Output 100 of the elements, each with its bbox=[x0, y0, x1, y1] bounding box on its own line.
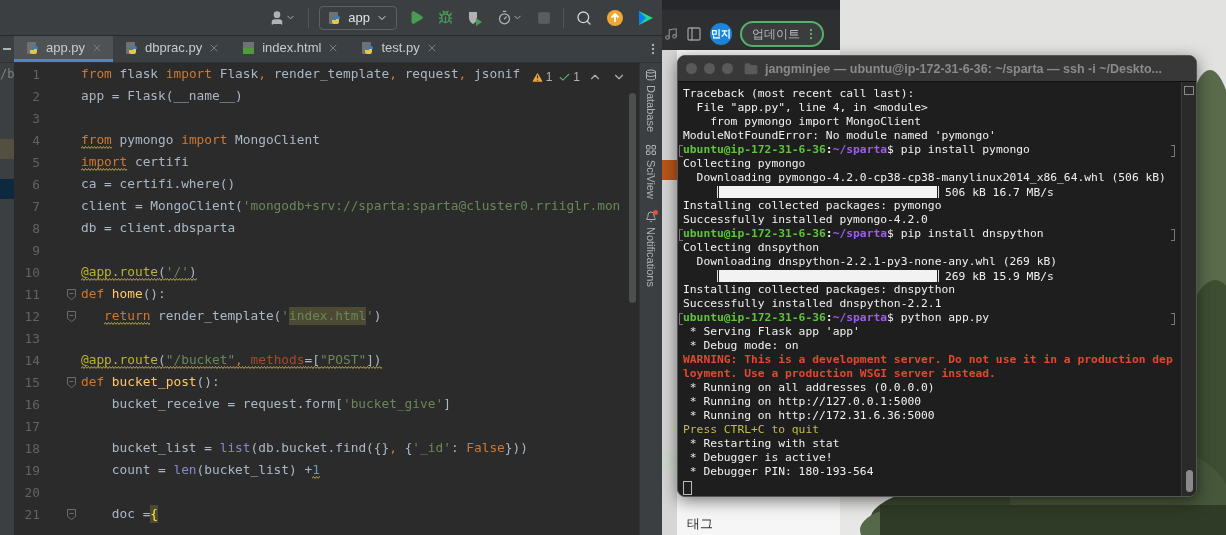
code-line: from pymongo import MongoClient bbox=[81, 131, 320, 149]
line-number: 13 bbox=[23, 330, 40, 346]
line-mark bbox=[679, 229, 683, 241]
minimize-window-icon[interactable] bbox=[704, 63, 715, 74]
file-tab[interactable]: test.py bbox=[349, 36, 448, 62]
terminal-line: * Running on http://127.0.0.1:5000 bbox=[688, 395, 922, 408]
text-cursor bbox=[683, 481, 692, 495]
terminal-line: * Running on all addresses (0.0.0.0) bbox=[688, 381, 935, 394]
terminal-line: * Running on http://172.31.6.36:5000 bbox=[688, 409, 935, 422]
line-number: 10 bbox=[23, 264, 40, 280]
code-line: import certifi bbox=[81, 153, 189, 171]
code-line: def bucket_post(): bbox=[81, 373, 220, 391]
prompt-line: ubuntu@ip-172-31-6-36:~/sparta$ pip install dnspython bbox=[683, 227, 1044, 240]
code-line: return render_template('index.html') bbox=[104, 307, 382, 325]
bell-icon bbox=[645, 211, 657, 224]
code-line: ca = certifi.where() bbox=[81, 175, 236, 193]
terminal-line: Collecting dnspython bbox=[683, 241, 820, 254]
line-number: 5 bbox=[31, 154, 40, 170]
terminal-line: Downloading dnspython-2.2.1-py3-none-any.whl (269 kB) bbox=[695, 255, 1058, 268]
scrollbar-thumb[interactable] bbox=[628, 93, 636, 303]
fold-icon[interactable] bbox=[67, 508, 76, 520]
python-file-icon bbox=[125, 40, 140, 55]
prompt-line: ubuntu@ip-172-31-6-36:~/sparta$ python app.py bbox=[683, 311, 990, 324]
terminal-line: Traceback (most recent call last): bbox=[683, 87, 915, 100]
tag-heading: 태그 bbox=[687, 515, 714, 533]
selection-marker bbox=[0, 179, 14, 199]
line-number: 3 bbox=[31, 110, 40, 126]
terminal-line: Installing collected packages: dnspython bbox=[683, 283, 956, 296]
project-path: /b bbox=[0, 66, 14, 83]
code-line: def home(): bbox=[81, 285, 166, 303]
warning-count[interactable]: 1 bbox=[530, 70, 553, 84]
fold-icon[interactable] bbox=[67, 288, 76, 300]
timer-icon bbox=[497, 10, 512, 25]
code-line: bucket_list = list(db.bucket.find({}, {'_id': False})) bbox=[111, 439, 528, 457]
code-line: bucket_receive = request.form['bucket_give'] bbox=[111, 395, 451, 413]
download-stats: 269 kB 15.9 MB/s bbox=[945, 269, 1054, 283]
scrollbar-thumb[interactable] bbox=[1185, 470, 1193, 492]
line-number: 7 bbox=[31, 198, 40, 214]
terminal-line: * Debugger PIN: 180-193-564 bbox=[688, 465, 874, 478]
warning-line: loyment. Use a production WSGI server instead. bbox=[683, 367, 996, 380]
line-number: 12 bbox=[23, 308, 40, 324]
python-file-icon bbox=[361, 40, 376, 55]
terminal-line: Collecting pymongo bbox=[683, 157, 806, 170]
line-mark bbox=[1171, 313, 1175, 325]
sidebar-icon bbox=[686, 26, 702, 42]
code-line: db = client.dbsparta bbox=[81, 219, 236, 237]
terminal-line: * Debug mode: on bbox=[688, 339, 799, 352]
line-mark bbox=[1171, 145, 1175, 157]
line-mark bbox=[679, 145, 683, 157]
window-title: jangminjee — ubuntu@ip-172-31-6-36: ~/sparta — ssh -i ~/Deskto... bbox=[765, 61, 1162, 76]
terminal-line: Downloading pymongo-4.2.0-cp38-cp38-manylinux2014_x86_64.whl (506 kB) bbox=[695, 171, 1166, 184]
terminal-line: from pymongo import MongoClient bbox=[709, 115, 922, 128]
line-number: 19 bbox=[23, 462, 40, 478]
file-tab[interactable]: index.html bbox=[230, 36, 350, 62]
terminal-line: * Restarting with stat bbox=[688, 437, 840, 450]
close-window-icon[interactable] bbox=[686, 63, 697, 74]
terminal-line: * Debugger is active! bbox=[688, 451, 833, 464]
file-tab[interactable]: app.py bbox=[14, 36, 114, 62]
typo-count[interactable]: 1 bbox=[558, 70, 580, 84]
tool-window-button[interactable]: Notifications bbox=[645, 211, 657, 287]
split-icon[interactable] bbox=[1184, 86, 1194, 95]
terminal-line: Installing collected packages: pymongo bbox=[683, 199, 942, 212]
line-number: 21 bbox=[23, 506, 40, 522]
line-number: 4 bbox=[31, 132, 40, 148]
download-stats: 506 kB 16.7 MB/s bbox=[945, 185, 1054, 199]
line-number: 1 bbox=[31, 66, 40, 82]
code-line: doc ={ bbox=[111, 505, 159, 523]
html-file-icon bbox=[242, 40, 257, 55]
line-number: 9 bbox=[31, 242, 40, 258]
debug-button[interactable] bbox=[436, 8, 455, 27]
python-file-icon bbox=[26, 40, 40, 55]
tool-window-button[interactable]: Database bbox=[645, 69, 657, 133]
code-line: from flask import Flask, render_template, request, jsonif bbox=[81, 65, 521, 83]
terminal-line: Press CTRL+C to quit bbox=[683, 423, 820, 436]
line-number: 8 bbox=[31, 220, 40, 236]
terminal-line: File "app.py", line 4, in <module> bbox=[695, 101, 928, 114]
line-number: 6 bbox=[31, 176, 40, 192]
python-file-icon bbox=[328, 10, 343, 25]
terminal-line: ModuleNotFoundError: No module named 'pymongo' bbox=[683, 129, 996, 142]
zoom-window-icon[interactable] bbox=[722, 63, 733, 74]
fold-icon[interactable] bbox=[67, 310, 76, 322]
folder-icon bbox=[744, 61, 758, 76]
database-icon bbox=[645, 69, 657, 81]
code-line: client = MongoClient('mongodb+srv://sparta:sparta@cluster0.rriiglr.mon bbox=[81, 197, 621, 215]
update-button[interactable]: 업데이트 bbox=[740, 21, 824, 47]
user-avatar[interactable]: 민지 bbox=[710, 23, 732, 45]
highlight-marker bbox=[0, 139, 14, 159]
code-line: app = Flask(__name__) bbox=[81, 87, 243, 105]
line-number: 2 bbox=[31, 88, 40, 104]
run-config-dropdown[interactable]: app bbox=[319, 5, 397, 30]
sidebar-marker bbox=[662, 160, 677, 180]
fold-icon[interactable] bbox=[67, 376, 76, 388]
line-number: 17 bbox=[23, 418, 40, 434]
terminal-line: Successfully installed dnspython-2.2.1 bbox=[683, 297, 942, 310]
line-mark bbox=[679, 313, 683, 325]
code-line: count = len(bucket_list) +1 bbox=[111, 461, 320, 479]
music-icon bbox=[664, 27, 678, 41]
file-tab[interactable]: dbprac.py bbox=[113, 36, 231, 62]
tool-window-button[interactable]: SciView bbox=[645, 144, 657, 200]
code-line: @app.route("/bucket", methods=["POST"]) bbox=[81, 351, 382, 369]
